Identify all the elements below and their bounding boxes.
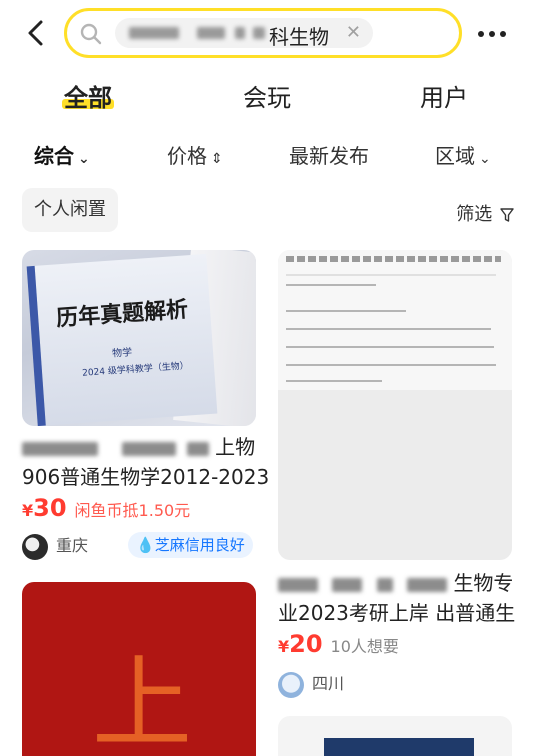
book-cover-subtitle: 物学 bbox=[111, 347, 133, 360]
document-heading-text bbox=[286, 256, 501, 262]
search-header: 科生物 ✕ bbox=[0, 0, 534, 66]
sort-newest[interactable]: 最新发布 bbox=[289, 140, 369, 169]
price-currency: ¥ bbox=[22, 501, 34, 520]
avatar bbox=[278, 671, 304, 698]
back-arrow-icon[interactable] bbox=[22, 18, 52, 48]
blurred-title-text bbox=[122, 441, 177, 456]
listing-card[interactable]: 上 bbox=[22, 582, 256, 756]
listing-price: ¥20 10人想要 bbox=[278, 630, 399, 658]
cover-character: 上 bbox=[92, 645, 192, 756]
document-text-line bbox=[286, 364, 496, 366]
listing-image[interactable]: 上 bbox=[22, 582, 256, 756]
credit-badge-text: 芝麻信用良好 bbox=[154, 536, 245, 554]
listing-title-line: 生物专 bbox=[278, 568, 513, 598]
document-text-line bbox=[286, 284, 376, 286]
seller-info[interactable]: 四川 bbox=[278, 670, 344, 698]
sort-updown-icon: ⇕ bbox=[211, 151, 223, 167]
filter-row: 个人闲置 筛选 bbox=[0, 188, 534, 232]
price-currency: ¥ bbox=[278, 637, 290, 656]
listing-image[interactable] bbox=[278, 250, 512, 560]
listing-image[interactable]: 历年真题解析 物学 2024 级学科教学（生物） bbox=[22, 250, 256, 426]
listing-title-fragment: 生物专 bbox=[453, 571, 514, 595]
blurred-query-text bbox=[253, 27, 265, 39]
listing-title-line: 业2023考研上岸 出普通生 bbox=[278, 601, 516, 625]
sort-label: 区域 bbox=[435, 144, 475, 168]
chevron-down-icon: ⌄ bbox=[479, 151, 491, 167]
coin-discount: 闲鱼币抵1.50元 bbox=[74, 501, 191, 520]
document-photo bbox=[278, 250, 512, 560]
chevron-down-icon: ⌄ bbox=[78, 151, 90, 167]
filter-label: 筛选 bbox=[456, 204, 493, 225]
blurred-query-text bbox=[235, 27, 245, 39]
seller-location: 重庆 bbox=[56, 536, 89, 555]
result-tabs: 全部 会玩 用户 bbox=[0, 78, 534, 118]
price-value: 20 bbox=[289, 630, 323, 658]
listing-card[interactable]: 历年真题解析 物学 2024 级学科教学（生物） 上物 906普通生物学2012… bbox=[22, 250, 269, 560]
avatar bbox=[22, 533, 48, 560]
credit-badge: 💧芝麻信用良好 bbox=[128, 532, 253, 558]
seller-location: 四川 bbox=[312, 674, 345, 693]
blurred-title-text bbox=[278, 577, 318, 592]
listing-image[interactable] bbox=[278, 716, 512, 756]
listing-card[interactable]: 生物专 业2023考研上岸 出普通生 ¥20 10人想要 四川 bbox=[278, 250, 516, 700]
blurred-query-text bbox=[129, 27, 179, 39]
document-text-line bbox=[286, 380, 382, 382]
blurred-title-text bbox=[376, 577, 393, 592]
document-text-line bbox=[286, 310, 406, 312]
red-cover-photo: 上 bbox=[22, 582, 256, 756]
search-query-text: 科生物 bbox=[269, 25, 329, 49]
tab-label: 会玩 bbox=[243, 84, 291, 112]
document-divider bbox=[286, 274, 496, 276]
listing-card[interactable] bbox=[278, 716, 512, 756]
listing-title-line: 上物 bbox=[22, 432, 255, 462]
sort-label: 最新发布 bbox=[289, 144, 369, 168]
book-cover bbox=[26, 253, 218, 426]
filter-button[interactable]: 筛选 bbox=[456, 200, 514, 226]
tab-label: 用户 bbox=[420, 84, 468, 112]
seller-info[interactable]: 重庆 bbox=[22, 532, 88, 560]
search-icon bbox=[80, 23, 102, 45]
sort-label: 综合 bbox=[34, 144, 74, 168]
product-photo bbox=[278, 716, 512, 756]
blurred-title-text bbox=[332, 577, 363, 592]
blurred-query-text bbox=[197, 27, 225, 39]
more-options-icon[interactable] bbox=[478, 22, 514, 42]
want-count: 10人想要 bbox=[330, 637, 399, 656]
listing-price: ¥30 闲鱼币抵1.50元 bbox=[22, 494, 190, 522]
sort-label: 价格 bbox=[167, 144, 207, 168]
sort-price[interactable]: 价格 ⇕ bbox=[167, 140, 223, 169]
filter-funnel-icon bbox=[500, 208, 514, 222]
document-text-line bbox=[286, 346, 494, 348]
personal-idle-filter[interactable]: 个人闲置 bbox=[22, 188, 118, 232]
dark-band bbox=[324, 738, 474, 756]
listing-title-fragment: 上物 bbox=[215, 435, 256, 459]
sort-bar: 综合 ⌄ 价格 ⇕ 最新发布 区域 ⌄ bbox=[0, 140, 534, 170]
blurred-title-text bbox=[186, 441, 209, 456]
tab-users[interactable]: 用户 bbox=[420, 78, 468, 113]
tab-all[interactable]: 全部 bbox=[62, 78, 114, 113]
sort-comprehensive[interactable]: 综合 ⌄ bbox=[34, 140, 90, 169]
listing-title-line: 906普通生物学2012-2023 bbox=[22, 465, 270, 489]
water-drop-icon: 💧 bbox=[136, 536, 155, 554]
close-icon[interactable]: ✕ bbox=[346, 22, 361, 43]
search-box[interactable]: 科生物 ✕ bbox=[64, 8, 462, 58]
sort-region[interactable]: 区域 ⌄ bbox=[435, 140, 491, 169]
price-value: 30 bbox=[33, 494, 67, 522]
document-text-line bbox=[286, 328, 491, 330]
tab-play[interactable]: 会玩 bbox=[243, 78, 291, 113]
blurred-title-text bbox=[22, 441, 98, 456]
tab-label: 全部 bbox=[64, 84, 112, 112]
document-header bbox=[278, 250, 512, 390]
search-query-chip[interactable]: 科生物 ✕ bbox=[115, 18, 373, 49]
book-photo: 历年真题解析 物学 2024 级学科教学（生物） bbox=[22, 250, 256, 426]
blurred-title-text bbox=[407, 577, 448, 592]
